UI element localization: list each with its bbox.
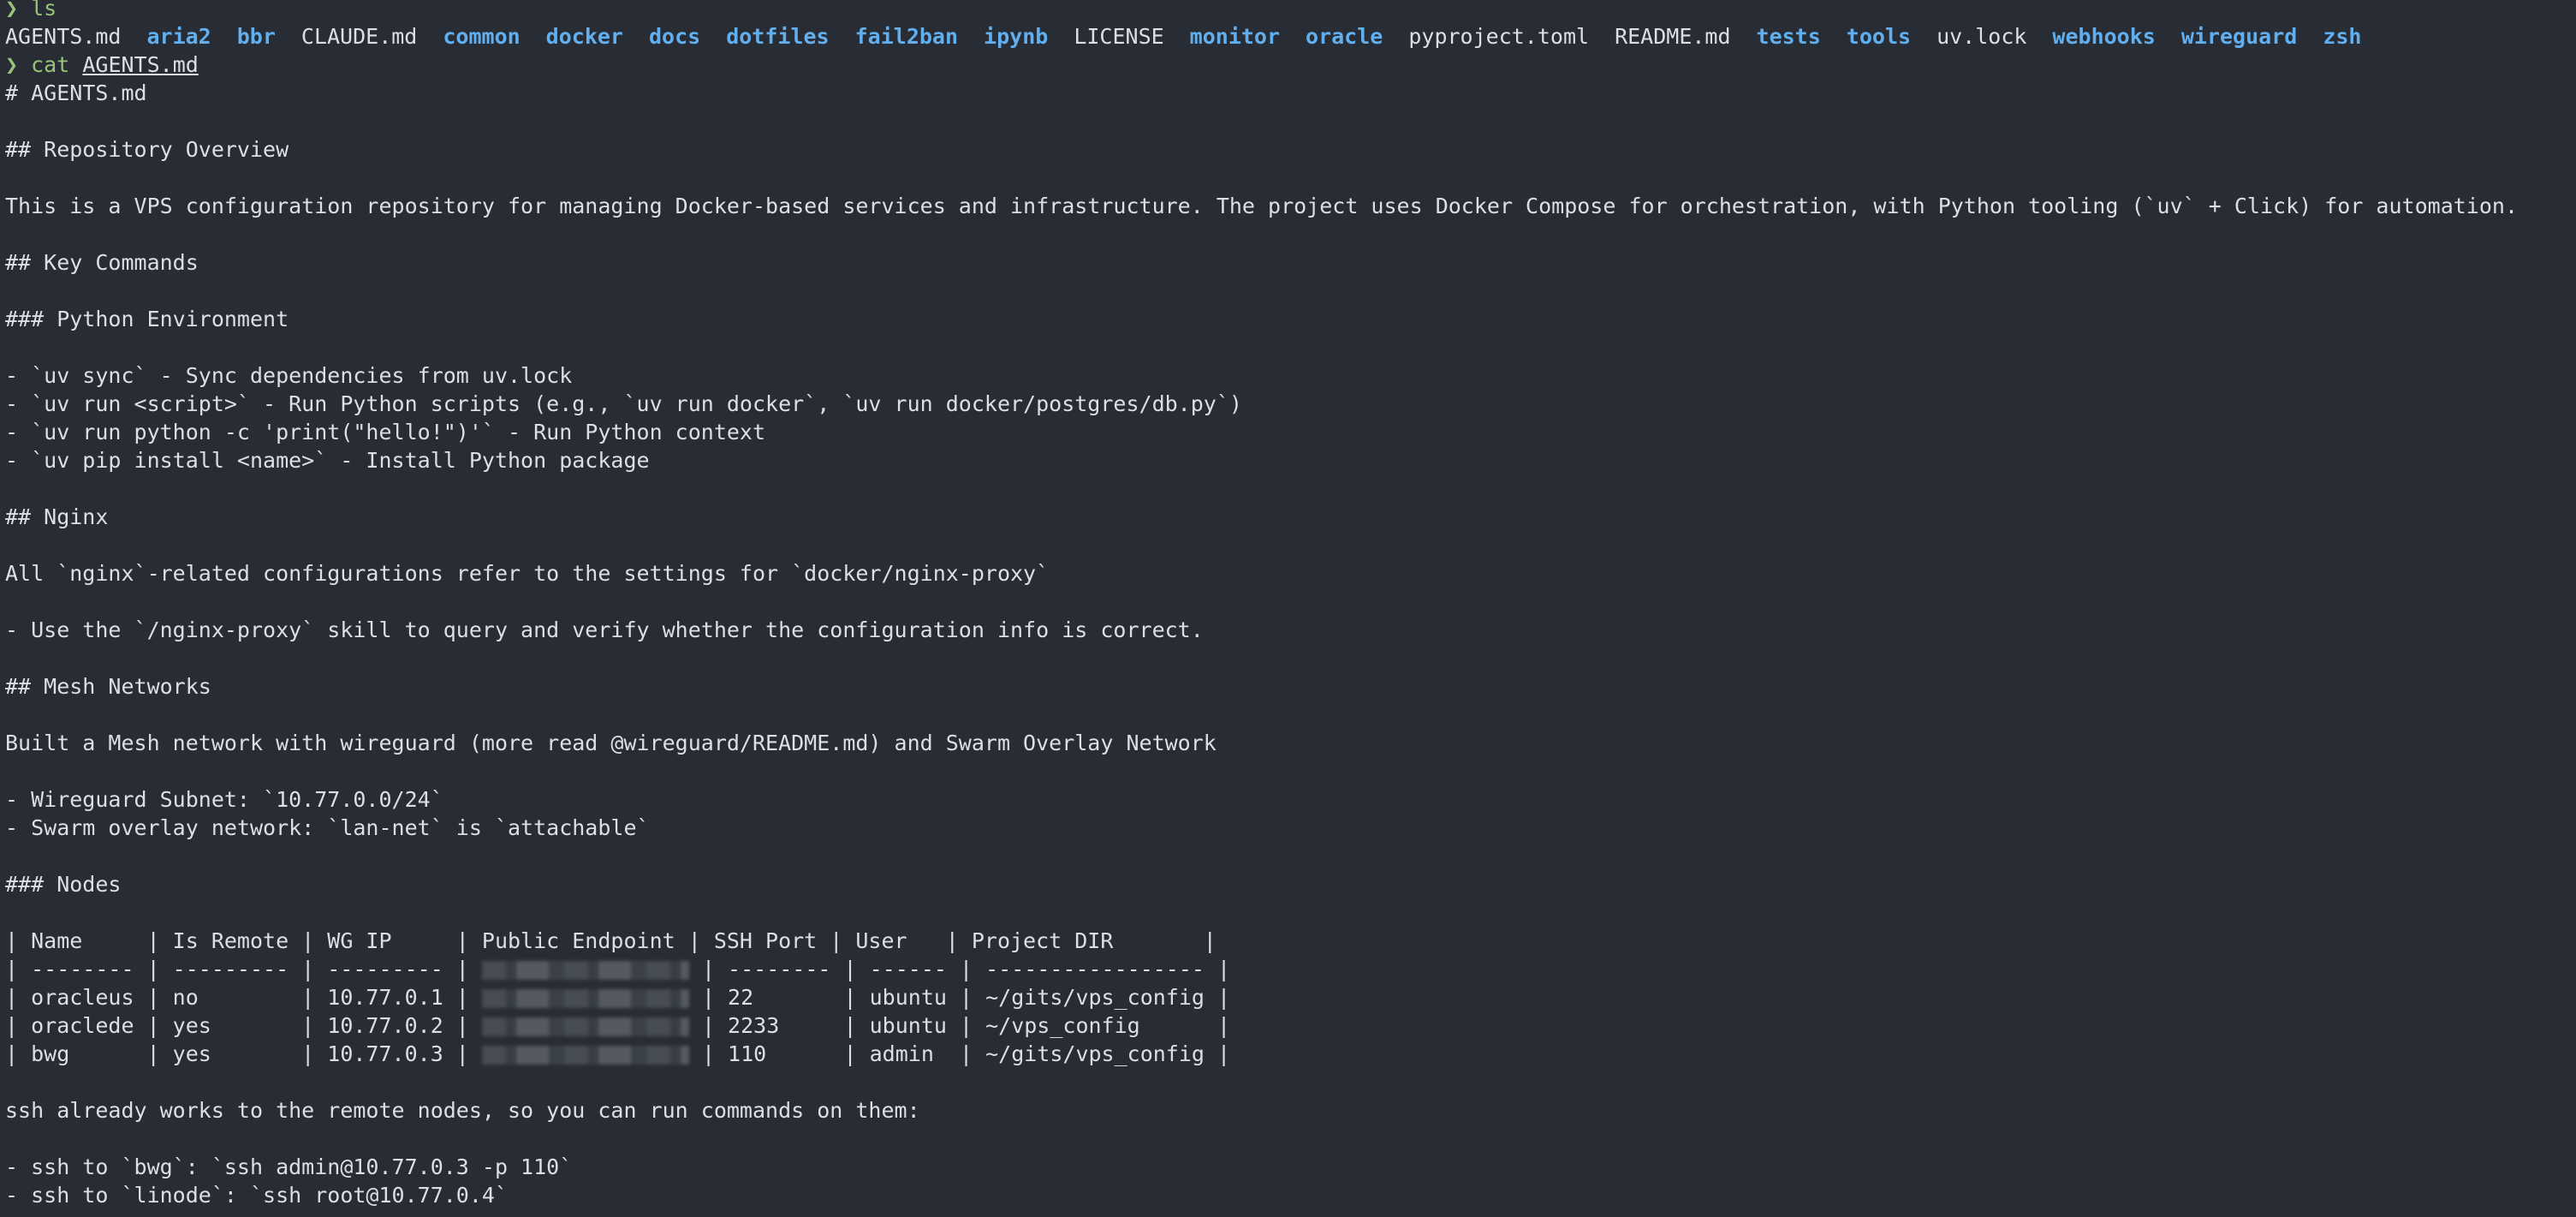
cat-argument-path[interactable]: AGENTS.md (82, 52, 198, 77)
ls-directory-entry[interactable]: docs (649, 24, 700, 49)
doc-line: - Swarm overlay network: `lan-net` is `a… (5, 815, 650, 840)
ls-directory-entry[interactable]: common (443, 24, 520, 49)
doc-line: - `uv run <script>` - Run Python scripts… (5, 391, 1242, 416)
doc-line: ### Python Environment (5, 307, 289, 331)
redacted-public-endpoint (481, 1017, 689, 1036)
ls-directory-entry[interactable]: dotfiles (726, 24, 829, 49)
doc-line (5, 757, 2576, 785)
table-row: | oraclede | yes | 10.77.0.2 | | 2233 | … (5, 1011, 2576, 1040)
ls-directory-entry[interactable]: oracle (1306, 24, 1383, 49)
ls-file-entry[interactable]: AGENTS.md (5, 24, 121, 49)
doc-line (5, 842, 2576, 870)
prompt-symbol: ❯ (5, 0, 19, 21)
doc-line: ## Repository Overview (5, 137, 289, 162)
ls-file-entry[interactable]: LICENSE (1074, 24, 1163, 49)
doc-line: - Use the `/nginx-proxy` skill to query … (5, 617, 1204, 642)
ls-directory-entry[interactable]: zsh (2323, 24, 2361, 49)
ls-directory-entry[interactable]: fail2ban (855, 24, 958, 49)
table-row-suffix: | 22 | ubuntu | ~/gits/vps_config | (688, 985, 1231, 1010)
doc-line: Built a Mesh network with wireguard (mor… (5, 731, 1217, 755)
doc-line (5, 898, 2576, 927)
doc-line (5, 701, 2576, 729)
doc-line (5, 1068, 2576, 1096)
ls-directory-entry[interactable]: wireguard (2181, 24, 2297, 49)
nodes-table-header: | Name | Is Remote | WG IP | Public Endp… (5, 928, 1217, 953)
table-separator-tail: | -------- | ------ | ----------------- … (688, 957, 1231, 981)
table-row-suffix: | 2233 | ubuntu | ~/vps_config | (688, 1013, 1231, 1038)
ls-directory-entry[interactable]: tests (1757, 24, 1821, 49)
doc-line: - `uv sync` - Sync dependencies from uv.… (5, 363, 573, 388)
prompt-line-cat: ❯ cat AGENTS.md (5, 51, 2576, 79)
nodes-table-separator: | -------- | --------- | --------- | | -… (5, 955, 2576, 983)
redacted-public-endpoint (481, 1046, 689, 1065)
table-separator-head: | -------- | --------- | --------- | (5, 957, 482, 981)
ls-directory-entry[interactable]: bbr (237, 24, 276, 49)
doc-line (5, 1125, 2576, 1153)
doc-line (5, 220, 2576, 248)
doc-line: ## Nginx (5, 504, 109, 529)
ls-directory-entry[interactable]: tools (1847, 24, 1911, 49)
ls-file-entry[interactable]: pyproject.toml (1408, 24, 1589, 49)
doc-line (5, 474, 2576, 503)
doc-line (5, 333, 2576, 361)
table-row: | bwg | yes | 10.77.0.3 | | 110 | admin … (5, 1040, 2576, 1068)
doc-line: ssh already works to the remote nodes, s… (5, 1098, 920, 1123)
ls-directory-entry[interactable]: monitor (1190, 24, 1280, 49)
ls-command: ls (31, 0, 57, 21)
doc-line: - ssh to `linode`: `ssh root@10.77.0.4` (5, 1183, 508, 1208)
doc-line: # AGENTS.md (5, 81, 147, 105)
doc-line (5, 107, 2576, 135)
doc-line: - `uv run python -c 'print("hello!")'` -… (5, 420, 766, 444)
doc-line: - ssh to `bwg`: `ssh admin@10.77.0.3 -p … (5, 1154, 573, 1179)
redacted-public-endpoint (481, 989, 689, 1008)
prompt-line-ls: ❯ ls (5, 0, 2576, 22)
cat-command: cat (31, 52, 70, 77)
ls-directory-entry[interactable]: aria2 (146, 24, 211, 49)
ls-directory-entry[interactable]: ipynb (984, 24, 1048, 49)
doc-line: - Wireguard Subnet: `10.77.0.0/24` (5, 787, 443, 812)
doc-line (5, 644, 2576, 672)
ls-directory-entry[interactable]: webhooks (2052, 24, 2155, 49)
doc-line: All `nginx`-related configurations refer… (5, 561, 1050, 586)
redacted-public-endpoint (481, 961, 689, 980)
table-row-suffix: | 110 | admin | ~/gits/vps_config | (688, 1041, 1231, 1066)
ls-output: AGENTS.md aria2 bbr CLAUDE.md common docker do… (5, 22, 2576, 51)
ls-file-entry[interactable]: uv.lock (1936, 24, 2026, 49)
doc-line: ## Key Commands (5, 250, 199, 275)
table-row-prefix: | oraclede | yes | 10.77.0.2 | (5, 1013, 482, 1038)
ls-file-entry[interactable]: README.md (1615, 24, 1730, 49)
doc-line (5, 277, 2576, 305)
doc-line (5, 588, 2576, 616)
table-row-prefix: | oracleus | no | 10.77.0.1 | (5, 985, 482, 1010)
doc-line: This is a VPS configuration repository f… (5, 194, 2518, 218)
ls-file-entry[interactable]: CLAUDE.md (301, 24, 417, 49)
doc-line: ## Mesh Networks (5, 674, 211, 699)
doc-line (5, 164, 2576, 192)
doc-line: ### Nodes (5, 872, 122, 897)
doc-line (5, 531, 2576, 559)
terminal-window[interactable]: ❯ ls AGENTS.md aria2 bbr CLAUDE.md common doc… (0, 0, 2576, 1211)
ls-directory-entry[interactable]: docker (546, 24, 623, 49)
table-row-prefix: | bwg | yes | 10.77.0.3 | (5, 1041, 482, 1066)
table-row: | oracleus | no | 10.77.0.1 | | 22 | ubu… (5, 983, 2576, 1011)
doc-line: - `uv pip install <name>` - Install Pyth… (5, 448, 650, 473)
prompt-symbol: ❯ (5, 52, 19, 77)
